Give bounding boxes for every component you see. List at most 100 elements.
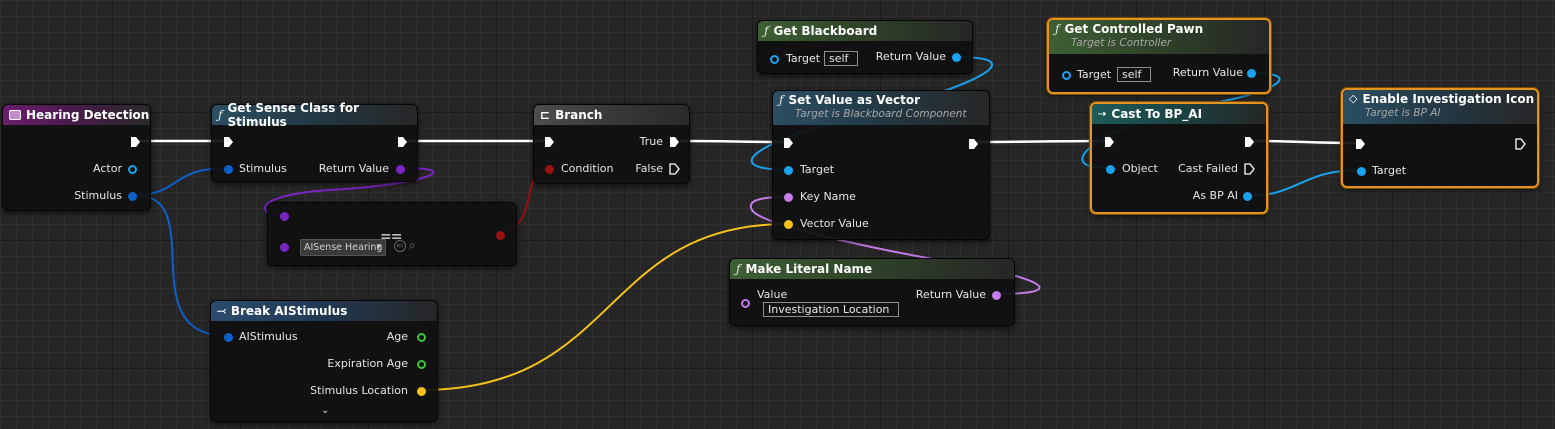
- exec-out-pin[interactable]: [130, 136, 141, 148]
- event-call-icon: ◇: [1349, 92, 1358, 105]
- stimulus-pin[interactable]: [224, 165, 233, 174]
- use-selected-icon[interactable]: ⇐: [394, 240, 406, 252]
- pin-label: Stimulus: [74, 189, 122, 202]
- node-header: ƒ Set Value as Vector Target is Blackboa…: [773, 91, 989, 125]
- class-b-pin[interactable]: [280, 243, 289, 252]
- stimulus-location-pin[interactable]: [417, 387, 426, 396]
- node-subtitle: Target is BP AI: [1365, 107, 1441, 119]
- function-icon: ƒ: [218, 108, 223, 122]
- pin-label: Return Value: [875, 50, 946, 63]
- pin-label: Return Value: [1172, 66, 1243, 79]
- expiration-age-pin[interactable]: [417, 360, 426, 369]
- pin-label: Expiration Age: [327, 357, 408, 370]
- target-pin[interactable]: [1062, 71, 1071, 80]
- node-header: ƒ Get Controlled Pawn Target is Controll…: [1049, 20, 1269, 54]
- pin-label: True: [639, 135, 663, 148]
- target-default-field[interactable]: self: [1117, 67, 1151, 82]
- target-pin[interactable]: [770, 55, 779, 64]
- pin-label: Object: [1122, 162, 1158, 175]
- exec-in-pin[interactable]: [1355, 138, 1366, 150]
- node-title: Enable Investigation Icon: [1362, 92, 1535, 106]
- as-bp-ai-pin[interactable]: [1243, 192, 1252, 201]
- make-literal-name-node[interactable]: ƒ Make Literal Name Value Investigation …: [729, 258, 1015, 326]
- branch-icon: ⊏: [540, 108, 551, 122]
- expand-chevron-icon[interactable]: ⌄: [321, 405, 329, 416]
- target-pin[interactable]: [784, 166, 793, 175]
- return-value-pin[interactable]: [396, 165, 405, 174]
- target-pin[interactable]: [1357, 167, 1366, 176]
- branch-node[interactable]: ⊏ Branch True Condition False: [533, 104, 690, 184]
- value-default-field[interactable]: Investigation Location: [763, 302, 899, 317]
- enable-investigation-icon-node[interactable]: ◇ Enable Investigation Icon Target is BP…: [1341, 88, 1539, 188]
- set-value-as-vector-node[interactable]: ƒ Set Value as Vector Target is Blackboa…: [772, 90, 990, 240]
- exec-in-pin[interactable]: [223, 136, 234, 148]
- pin-label: Return Value: [915, 288, 986, 301]
- pin-label: Cast Failed: [1178, 162, 1238, 175]
- equal-class-node[interactable]: == AISense Hearing ▾ ⇐ ⌕: [267, 202, 517, 266]
- get-blackboard-node[interactable]: ƒ Get Blackboard Target self Return Valu…: [757, 20, 973, 74]
- pin-label: False: [635, 162, 663, 175]
- node-title: Hearing Detection: [26, 108, 150, 122]
- get-sense-class-node[interactable]: ƒ Get Sense Class for Stimulus Stimulus …: [211, 101, 418, 182]
- target-default-field[interactable]: self: [824, 51, 858, 66]
- pin-label: Vector Value: [800, 217, 869, 230]
- node-title: Set Value as Vector: [788, 93, 921, 107]
- node-header: ƒ Make Literal Name: [730, 259, 1014, 279]
- select-value: AISense Hearing: [304, 242, 383, 253]
- return-value-pin[interactable]: [1247, 69, 1256, 78]
- break-struct-icon: ⤙: [217, 304, 226, 317]
- exec-out-pin[interactable]: [1244, 136, 1255, 148]
- function-icon: ƒ: [1055, 22, 1060, 36]
- node-title: Get Sense Class for Stimulus: [227, 101, 360, 129]
- exec-true-pin[interactable]: [669, 136, 680, 148]
- node-title: Make Literal Name: [745, 262, 873, 276]
- get-controlled-pawn-node[interactable]: ƒ Get Controlled Pawn Target is Controll…: [1047, 18, 1271, 94]
- exec-out-pin[interactable]: [397, 136, 408, 148]
- aistimulus-pin[interactable]: [224, 333, 233, 342]
- pin-label: Target: [1372, 164, 1407, 177]
- exec-in-pin[interactable]: [1104, 136, 1115, 148]
- pin-label: Condition: [561, 162, 614, 175]
- exec-wire: [679, 139, 787, 144]
- search-icon[interactable]: ⌕: [409, 238, 416, 253]
- exec-out-pin[interactable]: [968, 138, 979, 150]
- pin-label: Return Value: [318, 162, 389, 175]
- node-title: Get Controlled Pawn: [1064, 22, 1204, 36]
- condition-pin[interactable]: [545, 165, 554, 174]
- pin-label: Key Name: [800, 190, 856, 203]
- chevron-down-icon: ▾: [376, 242, 381, 252]
- vector-value-pin[interactable]: [784, 220, 793, 229]
- pin-label: Value: [757, 288, 788, 301]
- return-value-pin[interactable]: [952, 53, 961, 62]
- bool-out-pin[interactable]: [496, 231, 505, 240]
- value-pin[interactable]: [741, 299, 750, 308]
- stimulus-pin[interactable]: [128, 192, 137, 201]
- node-header: ⤙ Break AIStimulus: [211, 301, 437, 321]
- age-pin[interactable]: [417, 333, 426, 342]
- hearing-detection-node[interactable]: Hearing Detection Actor Stimulus: [2, 104, 151, 211]
- exec-out-pin[interactable]: [1515, 138, 1526, 150]
- function-icon: ƒ: [764, 24, 769, 38]
- pin-label: As BP AI: [1192, 189, 1238, 202]
- cast-to-bp-ai-node[interactable]: ⇢ Cast To BP_AI Object Cast Failed As BP…: [1090, 102, 1268, 214]
- class-a-pin[interactable]: [280, 212, 289, 221]
- pin-label: Stimulus: [239, 162, 287, 175]
- node-header: ƒ Get Blackboard: [758, 21, 972, 41]
- exec-cast-failed-pin[interactable]: [1244, 163, 1255, 175]
- exec-in-pin[interactable]: [783, 137, 794, 149]
- node-header: ⊏ Branch: [534, 105, 689, 125]
- sense-class-select[interactable]: AISense Hearing ▾: [300, 239, 386, 256]
- actor-pin[interactable]: [128, 165, 137, 174]
- pin-label: Actor: [93, 162, 122, 175]
- return-value-pin[interactable]: [992, 291, 1001, 300]
- key-name-pin[interactable]: [784, 193, 793, 202]
- exec-in-pin[interactable]: [544, 136, 555, 148]
- pin-label: Target: [1077, 68, 1112, 81]
- node-subtitle: Target is Blackboard Component: [795, 108, 967, 120]
- break-aistimulus-node[interactable]: ⤙ Break AIStimulus AIStimulus Age Expira…: [210, 300, 438, 422]
- function-icon: ƒ: [779, 93, 784, 107]
- object-pin[interactable]: [1106, 165, 1115, 174]
- pin-label: Target: [800, 163, 835, 176]
- node-header: ⇢ Cast To BP_AI: [1092, 104, 1266, 124]
- exec-false-pin[interactable]: [669, 163, 680, 175]
